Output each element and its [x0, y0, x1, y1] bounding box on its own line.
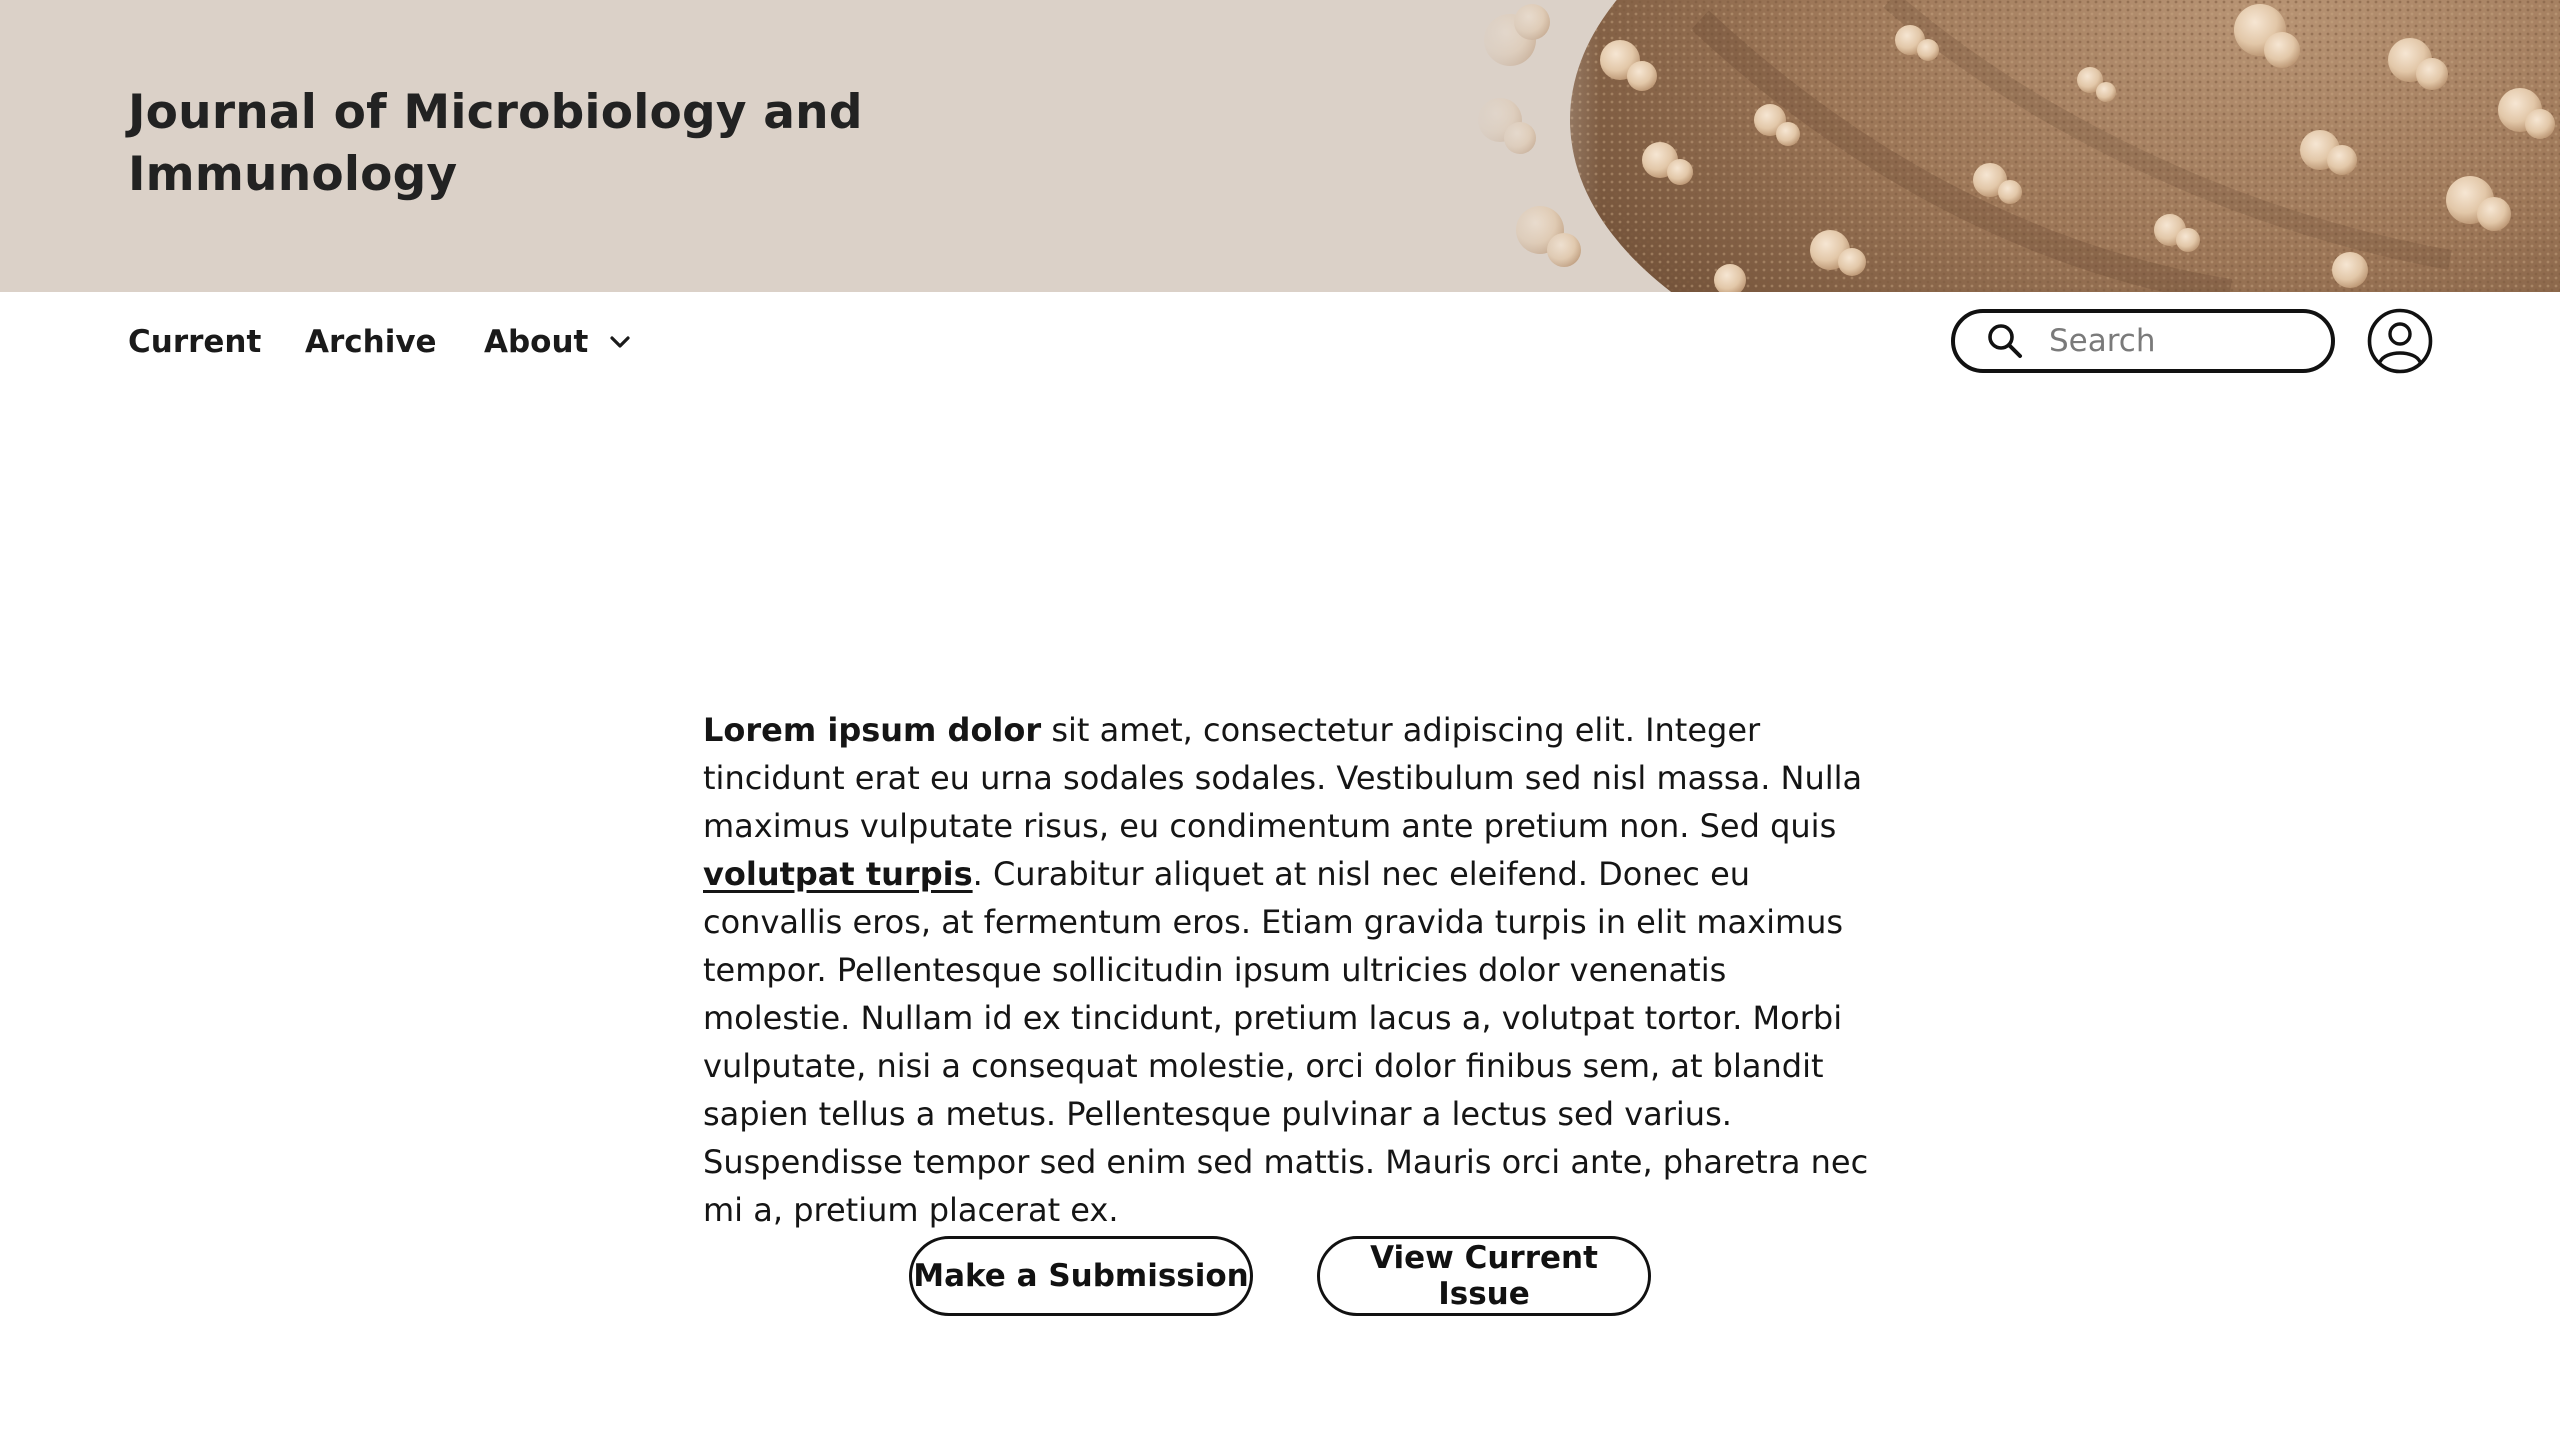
chevron-down-icon	[610, 336, 630, 348]
search-input[interactable]	[2047, 322, 2317, 360]
intro-bold-lead: Lorem ipsum dolor	[703, 711, 1042, 749]
view-current-issue-button[interactable]: View Current Issue	[1317, 1236, 1651, 1316]
search-icon[interactable]	[1985, 321, 2025, 361]
nav-archive-label: Archive	[305, 324, 437, 360]
intro-text-part-2: . Curabitur aliquet at nisl nec eleifend…	[703, 855, 1869, 1229]
intro-paragraph: Lorem ipsum dolor sit amet, consectetur …	[703, 706, 1883, 1234]
main-navigation: Current Archive About	[0, 292, 2560, 390]
header-banner: Journal of Microbiology and Immunology	[0, 0, 2560, 292]
virus-banner-image	[1470, 0, 2560, 292]
journal-title[interactable]: Journal of Microbiology and Immunology	[128, 82, 888, 206]
nav-about-label: About	[484, 324, 589, 360]
nav-current-label: Current	[128, 324, 262, 360]
nav-item-about[interactable]: About	[484, 322, 634, 362]
nav-item-archive[interactable]: Archive	[305, 322, 437, 362]
intro-inline-link[interactable]: volutpat turpis	[703, 855, 973, 893]
search-box[interactable]	[1951, 309, 2335, 373]
make-submission-button[interactable]: Make a Submission	[909, 1236, 1253, 1316]
user-account-icon[interactable]	[2367, 308, 2433, 374]
nav-item-current[interactable]: Current	[128, 322, 261, 362]
